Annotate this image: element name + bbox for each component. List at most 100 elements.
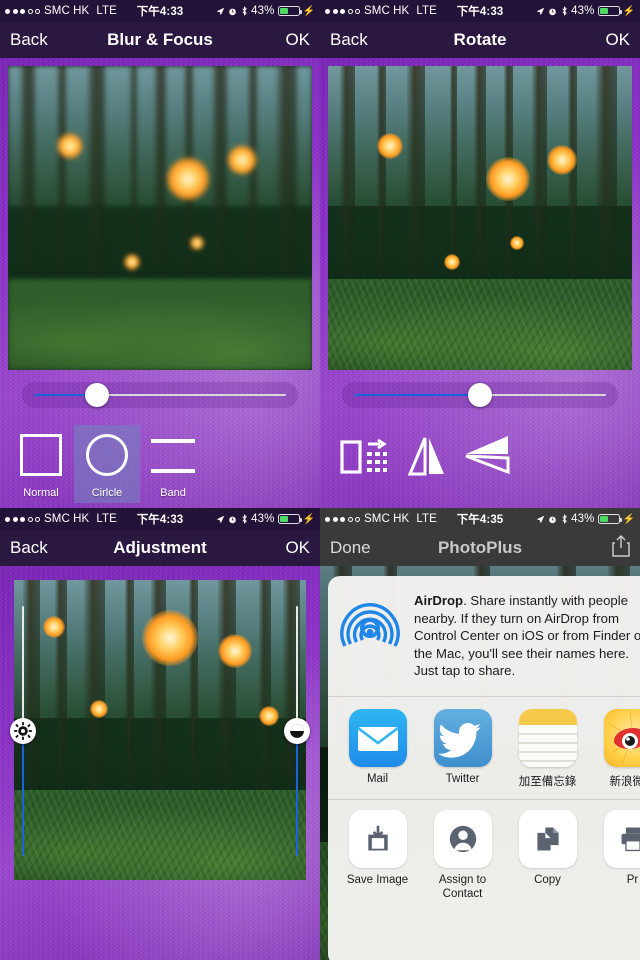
status-bar-left: SMC HK LTE (325, 513, 437, 525)
done-button[interactable]: Done (330, 538, 371, 558)
rotate-angle-slider[interactable] (354, 382, 606, 408)
contrast-slider[interactable] (284, 606, 310, 856)
gear-sun-icon (14, 722, 32, 740)
mail-icon (348, 708, 407, 767)
flip-vertical-icon[interactable] (458, 430, 520, 480)
share-app-weibo[interactable]: 新浪微博 (601, 708, 640, 789)
battery-percent-label: 43% (251, 5, 275, 17)
share-sheet: AirDrop. Share instantly with people nea… (328, 576, 640, 960)
blur-amount-slider[interactable] (34, 382, 286, 408)
battery-percent-label: 43% (251, 513, 275, 525)
blur-mode-label: Normal (23, 487, 59, 499)
contrast-knob[interactable] (284, 718, 310, 744)
airdrop-row[interactable]: AirDrop. Share instantly with people nea… (328, 576, 640, 696)
panel-blur-focus: SMC HK LTE 下午4:33 43% ⚡ Back Blur & Focu… (0, 0, 320, 508)
share-app-label: Twitter (445, 772, 480, 785)
alarm-clock-icon (549, 8, 556, 15)
brightness-slider[interactable] (10, 606, 36, 856)
battery-percent-label: 43% (571, 5, 595, 17)
signal-dots-icon (325, 8, 360, 14)
share-app-label: 加至備忘錄 (518, 775, 577, 788)
forest-scene (328, 66, 632, 370)
save-image-icon (348, 809, 407, 868)
back-button[interactable]: Back (10, 538, 48, 558)
status-bar-left: SMC HK LTE (5, 5, 117, 17)
back-button[interactable]: Back (10, 30, 48, 50)
bluetooth-icon (562, 514, 567, 524)
slider-knob[interactable] (85, 383, 109, 407)
charging-bolt-icon: ⚡ (302, 5, 315, 17)
photo-image (14, 580, 306, 880)
photo-preview-rotate[interactable] (328, 66, 632, 370)
blur-mode-normal[interactable]: Normal (8, 425, 74, 503)
carrier-label: SMC HK (364, 5, 410, 17)
status-bar: SMC HK LTE 下午4:35 43% ⚡ (320, 508, 640, 530)
blur-mode-label: Band (160, 487, 186, 499)
location-arrow-icon (536, 7, 544, 15)
page-title: Blur & Focus (107, 30, 213, 49)
nav-bar-adjustment: Back Adjustment OK (0, 530, 320, 566)
status-bar-left: SMC HK LTE (325, 5, 437, 17)
flip-horizontal-icon[interactable] (396, 430, 458, 480)
location-arrow-icon (536, 515, 544, 523)
status-bar-right: 43% ⚡ (216, 5, 315, 17)
ground-foliage (328, 278, 632, 370)
share-app-twitter[interactable]: Twitter (431, 708, 494, 789)
rotate-icon[interactable] (334, 430, 396, 480)
ok-button[interactable]: OK (605, 30, 630, 50)
network-label: LTE (416, 5, 437, 17)
blur-mode-list: Normal Cirlcle Band (8, 425, 206, 503)
share-app-notes[interactable]: 加至備忘錄 (516, 708, 579, 789)
rotate-tool-list (334, 430, 520, 480)
ok-button[interactable]: OK (285, 30, 310, 50)
nav-bar-blur: Back Blur & Focus OK (0, 22, 320, 58)
slider-fill (354, 394, 480, 396)
ok-button[interactable]: OK (285, 538, 310, 558)
photo-preview-adjustment[interactable] (14, 580, 306, 880)
battery-icon (597, 6, 622, 16)
back-button[interactable]: Back (330, 30, 368, 50)
battery-icon (277, 514, 302, 524)
forest-scene (14, 580, 306, 880)
network-label: LTE (96, 513, 117, 525)
page-title: Adjustment (113, 538, 207, 557)
ground-foliage (14, 790, 306, 880)
carrier-label: SMC HK (364, 513, 410, 525)
status-bar-left: SMC HK LTE (5, 513, 117, 525)
bluetooth-icon (242, 514, 247, 524)
action-save-image[interactable]: Save Image (346, 809, 409, 902)
blur-mode-band[interactable]: Band (140, 425, 206, 503)
circle-icon (81, 431, 133, 483)
photo-image (8, 66, 312, 370)
airdrop-title: AirDrop (414, 593, 464, 608)
bluetooth-icon (562, 6, 567, 16)
brightness-knob[interactable] (10, 718, 36, 744)
action-label: Copy (534, 873, 561, 886)
contact-icon (433, 809, 492, 868)
battery-icon (277, 6, 302, 16)
copy-icon (518, 809, 577, 868)
photo-preview-blur[interactable] (8, 66, 312, 370)
network-label: LTE (96, 5, 117, 17)
focus-ring (72, 139, 248, 261)
panel-share: SMC HK LTE 下午4:35 43% ⚡ Done PhotoPlus A… (320, 508, 640, 960)
battery-percent-label: 43% (571, 513, 595, 525)
slider-knob[interactable] (468, 383, 492, 407)
notes-icon (518, 708, 577, 767)
screenshot-grid: SMC HK LTE 下午4:33 43% ⚡ Back Blur & Focu… (0, 0, 640, 960)
blur-mode-circle[interactable]: Cirlcle (74, 425, 140, 503)
charging-bolt-icon: ⚡ (622, 513, 635, 525)
panel-adjustment: SMC HK LTE 下午4:33 43% ⚡ Back Adjustment … (0, 508, 320, 960)
share-app-label: 新浪微博 (609, 775, 640, 788)
alarm-clock-icon (229, 8, 236, 15)
share-icon[interactable] (612, 534, 630, 562)
action-assign-contact[interactable]: Assign to Contact (431, 809, 494, 902)
share-backdrop: AirDrop. Share instantly with people nea… (320, 566, 640, 960)
action-label: Save Image (346, 873, 409, 886)
share-action-row: Save Image Assign to Contact Copy Pr (328, 800, 640, 916)
action-print[interactable]: Pr (601, 809, 640, 902)
share-app-mail[interactable]: Mail (346, 708, 409, 789)
nav-bar-share: Done PhotoPlus (320, 530, 640, 566)
nav-bar-rotate: Back Rotate OK (320, 22, 640, 58)
action-copy[interactable]: Copy (516, 809, 579, 902)
